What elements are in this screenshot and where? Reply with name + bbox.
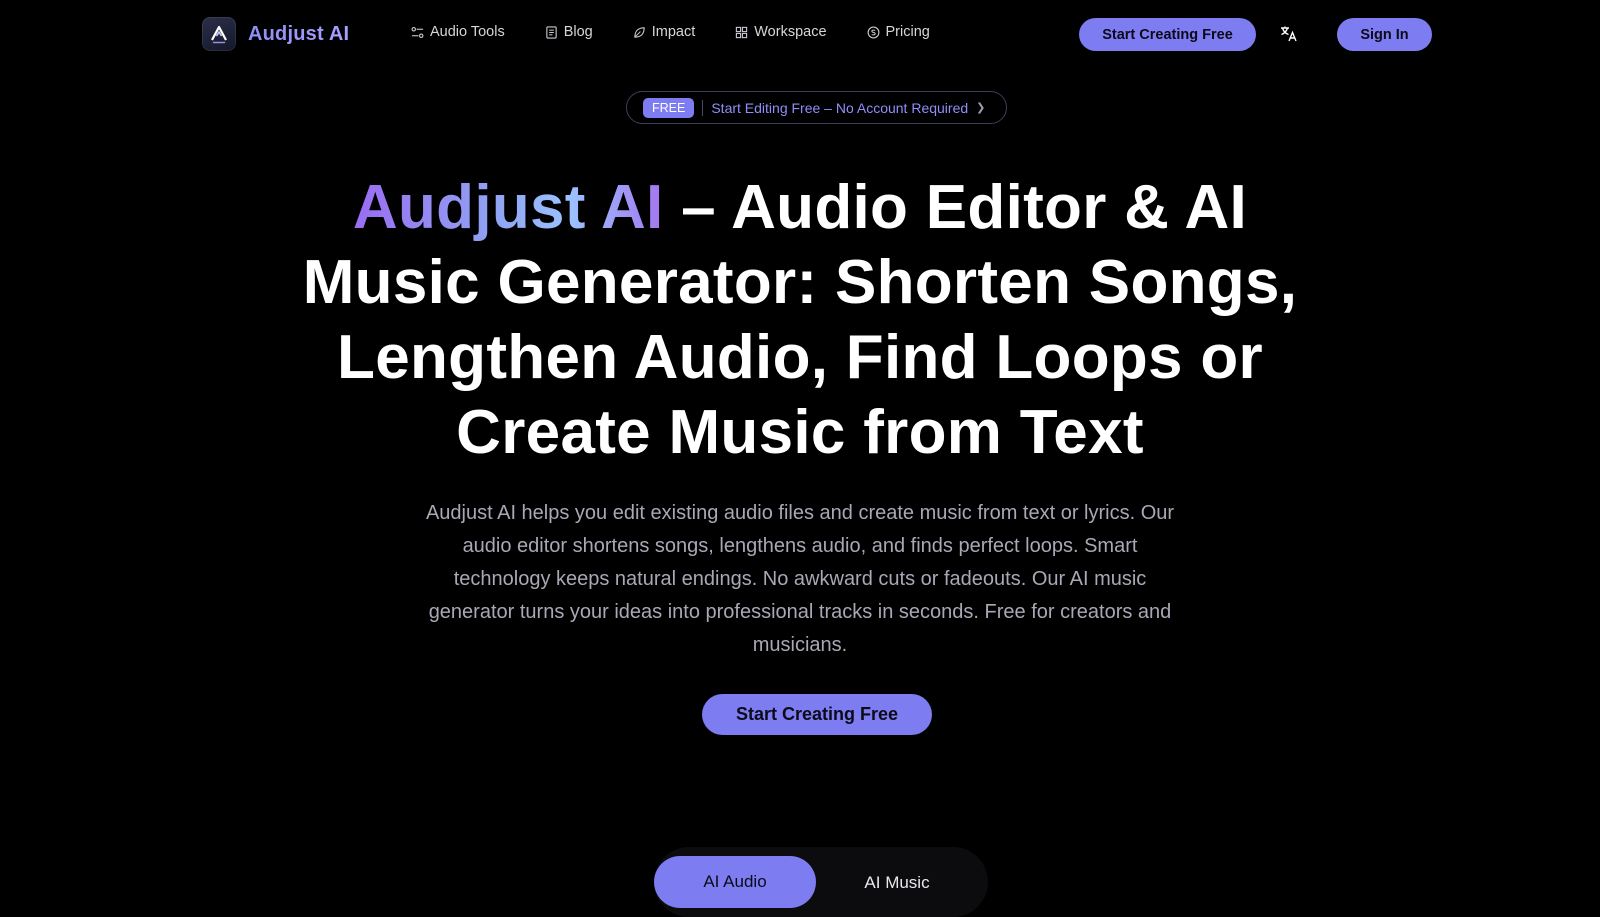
start-creating-free-button[interactable]: Start Creating Free — [1079, 18, 1256, 51]
nav-link-workspace[interactable]: Workspace — [735, 24, 827, 40]
nav-link-pricing[interactable]: Pricing — [867, 24, 930, 40]
brand-name: Audjust AI — [248, 22, 350, 45]
nav-link-blog[interactable]: Blog — [545, 24, 593, 40]
main-menu: Audio Tools Blog Impact Workspace Pricin… — [411, 24, 930, 40]
nav-link-audio-tools[interactable]: Audio Tools — [411, 24, 505, 40]
free-badge: FREE — [643, 97, 695, 118]
tab-ai-music[interactable]: AI Music — [816, 857, 978, 909]
document-icon — [546, 25, 557, 39]
audjust-logo-icon — [202, 17, 236, 51]
nav-link-label: Impact — [651, 24, 696, 40]
nav-link-label: Blog — [563, 24, 593, 40]
hero-title: Audjust AI – Audio Editor & AI Music Gen… — [300, 170, 1300, 470]
hero-title-highlight: Audjust AI — [352, 173, 664, 242]
tab-ai-audio[interactable]: AI Audio — [654, 856, 816, 908]
badge-divider — [702, 99, 704, 116]
nav-link-impact[interactable]: Impact — [633, 24, 696, 40]
free-editing-banner[interactable]: FREE Start Editing Free – No Account Req… — [626, 91, 1007, 124]
nav-link-label: Audio Tools — [430, 24, 505, 40]
leaf-icon — [634, 26, 645, 38]
hero-description: Audjust AI helps you edit existing audio… — [425, 502, 1175, 656]
nav-link-label: Pricing — [885, 24, 930, 40]
banner-text: Start Editing Free – No Account Required — [711, 99, 969, 116]
sliders-icon — [411, 26, 424, 38]
sign-in-button[interactable]: Sign In — [1337, 18, 1432, 51]
hero-start-creating-button[interactable]: Start Creating Free — [702, 694, 932, 735]
language-switch-icon[interactable] — [1279, 24, 1299, 44]
grid-icon — [736, 26, 748, 38]
mode-tabs: AI Audio AI Music — [654, 847, 988, 917]
brand-logo-link[interactable]: Audjust AI — [202, 17, 349, 51]
top-navigation: Audjust AI Audio Tools Blog Impact Works… — [0, 0, 1600, 68]
coin-icon — [867, 26, 879, 38]
chevron-right-icon: ❯ — [976, 102, 986, 114]
nav-link-label: Workspace — [754, 24, 827, 40]
